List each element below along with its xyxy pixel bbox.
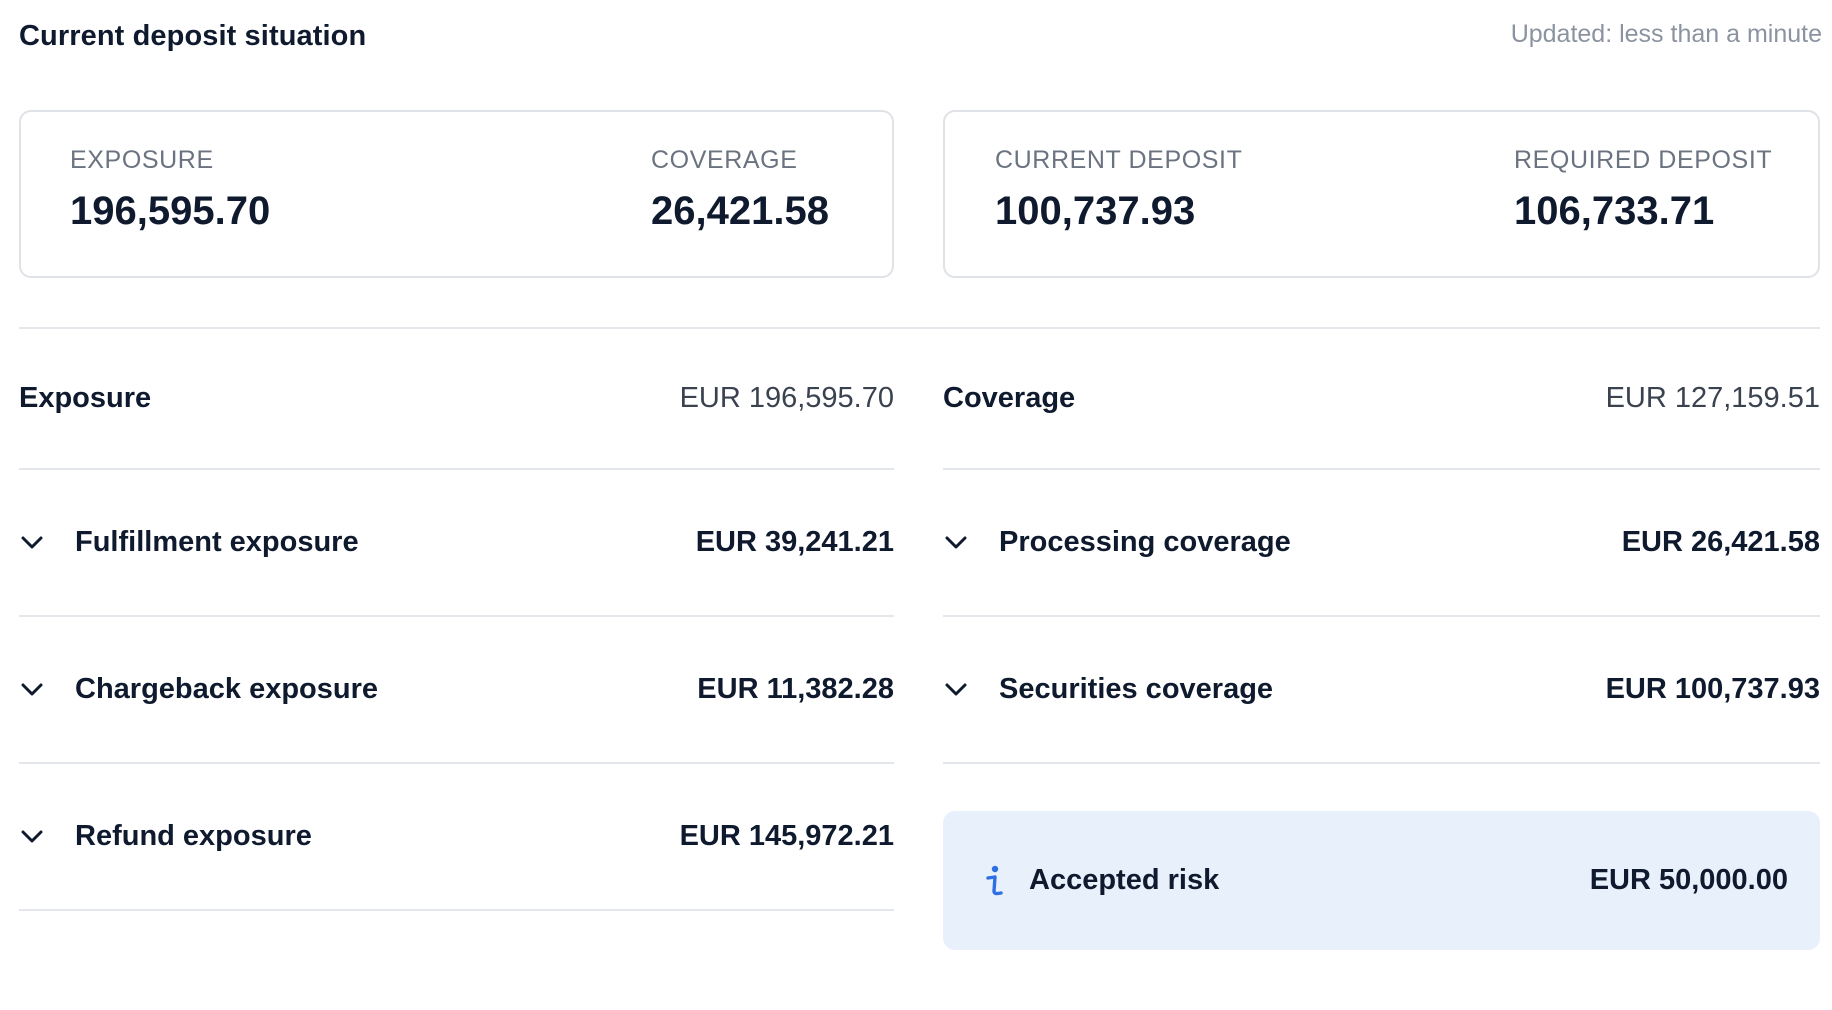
processing-coverage-label: Processing coverage: [999, 526, 1291, 558]
chargeback-exposure-label: Chargeback exposure: [75, 673, 379, 705]
info-icon: [981, 861, 1007, 901]
fulfillment-exposure-row[interactable]: Fulfillment exposure EUR 39,241.21: [19, 470, 894, 617]
exposure-metric-label: EXPOSURE: [70, 146, 214, 174]
coverage-header-row: Coverage EUR 127,159.51: [943, 329, 1820, 470]
current-deposit-value: 100,737.93: [995, 189, 1196, 233]
coverage-metric: COVERAGE 26,421.58: [651, 146, 829, 234]
coverage-section: Coverage EUR 127,159.51 Processing cover…: [943, 329, 1820, 764]
current-deposit-metric: CURRENT DEPOSIT 100,737.93: [995, 146, 1242, 234]
coverage-title: Coverage: [943, 382, 1076, 414]
securities-coverage-label: Securities coverage: [999, 673, 1274, 705]
processing-coverage-row[interactable]: Processing coverage EUR 26,421.58: [943, 470, 1820, 617]
exposure-header-row: Exposure EUR 196,595.70: [19, 329, 894, 470]
fulfillment-exposure-label-group: Fulfillment exposure: [19, 526, 359, 559]
chevron-down-icon[interactable]: [943, 530, 969, 556]
deposit-card: CURRENT DEPOSIT 100,737.93 REQUIRED DEPO…: [943, 110, 1820, 278]
required-deposit-value: 106,733.71: [1514, 189, 1715, 233]
coverage-total: EUR 127,159.51: [1605, 382, 1820, 414]
exposure-title: Exposure: [19, 382, 152, 414]
securities-coverage-label-group: Securities coverage: [943, 673, 1273, 706]
exposure-metric: EXPOSURE 196,595.70: [70, 146, 270, 234]
chevron-down-icon[interactable]: [943, 677, 969, 703]
chevron-down-icon[interactable]: [19, 677, 45, 703]
current-deposit-label: CURRENT DEPOSIT: [995, 146, 1243, 174]
updated-status: Updated: less than a minute: [1510, 20, 1822, 48]
processing-coverage-amount: EUR 26,421.58: [1621, 526, 1820, 558]
refund-exposure-amount: EUR 145,972.21: [679, 820, 894, 852]
accepted-risk-label: Accepted risk: [1029, 864, 1220, 896]
exposure-coverage-card: EXPOSURE 196,595.70 COVERAGE 26,421.58: [19, 110, 894, 278]
securities-coverage-amount: EUR 100,737.93: [1605, 673, 1820, 705]
exposure-section: Exposure EUR 196,595.70 Fulfillment expo…: [19, 329, 894, 911]
fulfillment-exposure-label: Fulfillment exposure: [75, 526, 359, 558]
required-deposit-label: REQUIRED DEPOSIT: [1514, 146, 1773, 174]
deposit-page: Current deposit situation Updated: less …: [0, 0, 1832, 1010]
accepted-risk-amount: EUR 50,000.00: [1589, 864, 1788, 896]
processing-coverage-label-group: Processing coverage: [943, 526, 1291, 559]
refund-exposure-label: Refund exposure: [75, 820, 312, 852]
fulfillment-exposure-amount: EUR 39,241.21: [695, 526, 894, 558]
chargeback-exposure-label-group: Chargeback exposure: [19, 673, 378, 706]
exposure-metric-value: 196,595.70: [70, 189, 271, 233]
chargeback-exposure-row[interactable]: Chargeback exposure EUR 11,382.28: [19, 617, 894, 764]
chevron-down-icon[interactable]: [19, 824, 45, 850]
chevron-down-icon[interactable]: [19, 530, 45, 556]
refund-exposure-row[interactable]: Refund exposure EUR 145,972.21: [19, 764, 894, 911]
required-deposit-metric: REQUIRED DEPOSIT 106,733.71: [1514, 146, 1772, 234]
accepted-risk-box: Accepted risk EUR 50,000.00: [943, 811, 1820, 950]
securities-coverage-row[interactable]: Securities coverage EUR 100,737.93: [943, 617, 1820, 764]
chargeback-exposure-amount: EUR 11,382.28: [697, 673, 894, 705]
refund-exposure-label-group: Refund exposure: [19, 820, 312, 853]
exposure-total: EUR 196,595.70: [679, 382, 894, 414]
coverage-metric-label: COVERAGE: [651, 146, 798, 174]
page-title: Current deposit situation: [19, 20, 367, 52]
coverage-metric-value: 26,421.58: [651, 189, 829, 233]
